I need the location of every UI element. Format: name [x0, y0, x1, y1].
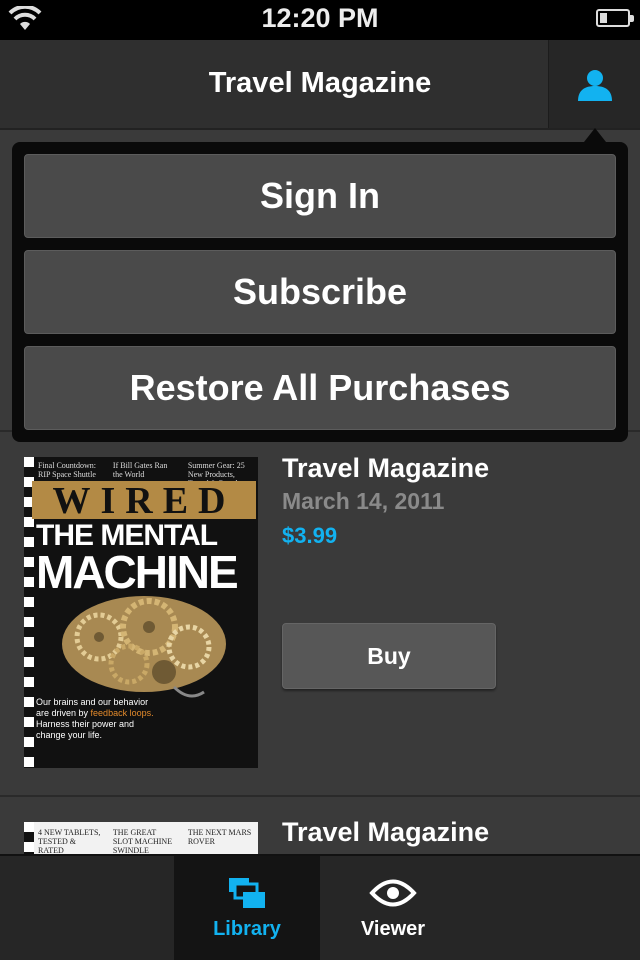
- status-bar: 12:20 PM: [0, 0, 640, 40]
- battery-icon: [596, 9, 634, 27]
- user-icon: [578, 70, 612, 101]
- tab-library[interactable]: Library: [174, 856, 320, 960]
- cover-headline: MACHINE: [36, 546, 239, 598]
- library-icon: [229, 878, 265, 908]
- item-title: Travel Magazine: [282, 817, 490, 847]
- restore-purchases-button[interactable]: Restore All Purchases: [24, 346, 616, 430]
- status-time: 12:20 PM: [261, 3, 379, 33]
- account-popover: Sign In Subscribe Restore All Purchases: [12, 142, 628, 442]
- subscribe-button[interactable]: Subscribe: [24, 250, 616, 334]
- item-price: $3.99: [282, 523, 338, 548]
- brain-gears-image: [62, 596, 226, 698]
- list-divider: [0, 795, 640, 797]
- tab-label: Library: [213, 918, 281, 940]
- popover-arrow: [584, 128, 606, 142]
- cover-teaser: THE GREAT SLOT MACHINE SWINDLE: [112, 828, 173, 855]
- tab-viewer[interactable]: Viewer: [320, 856, 466, 960]
- cover-blurb: Our brains and our behavior are driven b…: [36, 697, 154, 740]
- cover-masthead: WIRED: [32, 481, 256, 521]
- item-title: Travel Magazine: [282, 453, 490, 483]
- page-title: Travel Magazine: [208, 67, 432, 99]
- tab-bar: Library Viewer: [0, 854, 640, 960]
- eye-icon: [369, 879, 417, 907]
- cover-teaser: THE NEXT MARS ROVER: [187, 828, 252, 846]
- buy-button[interactable]: Buy: [282, 623, 496, 689]
- account-button[interactable]: [548, 40, 640, 128]
- tab-label: Viewer: [360, 918, 426, 940]
- sign-in-button[interactable]: Sign In: [24, 154, 616, 238]
- magazine-cover[interactable]: Final Countdown: RIP Space Shuttle If Bi…: [24, 457, 258, 768]
- cover-teaser: 4 NEW TABLETS, TESTED & RATED: [38, 828, 101, 855]
- item-date: March 14, 2011: [282, 488, 445, 514]
- nav-bar: Travel Magazine: [0, 40, 640, 130]
